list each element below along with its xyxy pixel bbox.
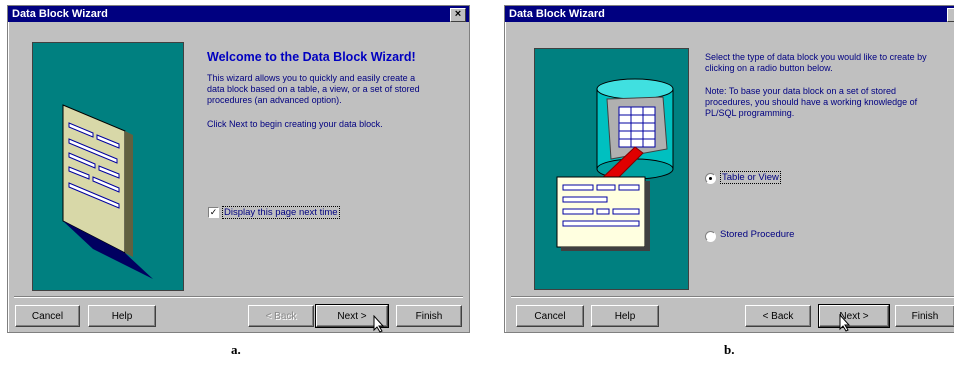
finish-button[interactable]: Finish — [895, 305, 954, 327]
illustration-panel — [32, 42, 184, 291]
button-separator — [14, 296, 463, 298]
display-next-time-label[interactable]: Display this page next time — [222, 206, 340, 219]
help-button[interactable]: Help — [88, 305, 156, 327]
close-button[interactable]: × — [450, 8, 466, 22]
note-line-1: Note: To base your data block on a set o… — [705, 86, 896, 96]
instruction-line-1: Select the type of data block you would … — [705, 52, 927, 62]
help-button[interactable]: Help — [591, 305, 659, 327]
illustration-panel — [534, 48, 689, 290]
caption-b: b. — [724, 342, 735, 357]
back-button[interactable]: < Back — [248, 305, 314, 327]
database-to-form-illustration — [556, 78, 674, 251]
instruction-text: Click Next to begin creating your data b… — [207, 119, 383, 129]
caption-a: a. — [231, 342, 241, 357]
intro-line-3: procedures (an advanced option). — [207, 95, 342, 105]
welcome-heading: Welcome to the Data Block Wizard! — [207, 50, 416, 64]
back-button[interactable]: < Back — [745, 305, 811, 327]
cancel-button[interactable]: Cancel — [15, 305, 80, 327]
database-icon — [596, 78, 674, 180]
next-button[interactable]: Next > — [818, 304, 890, 328]
stored-procedure-radio[interactable] — [705, 231, 716, 242]
title-bar: Data Block Wizard — [8, 6, 469, 22]
form-illustration-icon — [62, 104, 153, 279]
window-title: Data Block Wizard — [509, 8, 605, 20]
intro-line-2: data block based on a table, a view, or … — [207, 84, 420, 94]
display-next-time-checkbox[interactable]: ✓ — [208, 207, 219, 218]
finish-button[interactable]: Finish — [396, 305, 462, 327]
form-icon — [556, 176, 650, 251]
table-or-view-label[interactable]: Table or View — [720, 171, 781, 184]
close-button[interactable] — [947, 8, 954, 22]
wizard-dialog-a: Data Block Wizard × Welcome to the Data … — [7, 5, 470, 333]
button-separator — [511, 296, 954, 298]
note-line-2: procedures, you should have a working kn… — [705, 97, 918, 107]
arrow-cursor-icon — [373, 315, 385, 333]
wizard-dialog-b: Data Block Wizard Select the type of dat… — [504, 5, 954, 333]
window-title: Data Block Wizard — [12, 8, 108, 20]
arrow-cursor-icon — [839, 314, 851, 332]
table-or-view-radio[interactable] — [705, 173, 716, 184]
title-bar: Data Block Wizard — [505, 6, 954, 22]
instruction-line-2: clicking on a radio button below. — [705, 63, 833, 73]
cancel-button[interactable]: Cancel — [516, 305, 584, 327]
intro-line-1: This wizard allows you to quickly and ea… — [207, 73, 416, 83]
note-line-3: PL/SQL programming. — [705, 108, 795, 118]
stored-procedure-label[interactable]: Stored Procedure — [720, 229, 794, 240]
